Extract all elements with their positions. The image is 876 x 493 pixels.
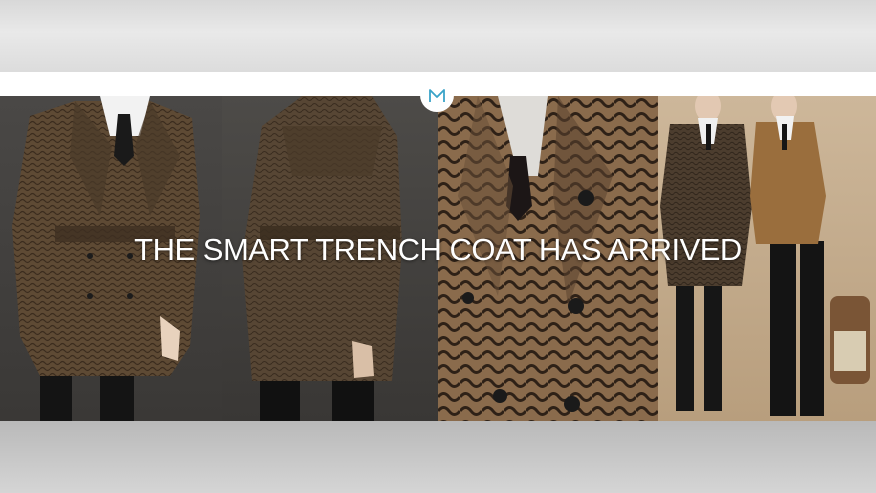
brand-logo[interactable]	[420, 78, 454, 112]
top-blur-area	[0, 0, 876, 72]
m-logo-icon	[429, 89, 445, 102]
bottom-blur-area	[0, 421, 876, 493]
headline: THE SMART TRENCH COAT HAS ARRIVED	[134, 232, 742, 267]
hero-banner[interactable]: THE SMART TRENCH COAT HAS ARRIVED	[0, 96, 876, 421]
